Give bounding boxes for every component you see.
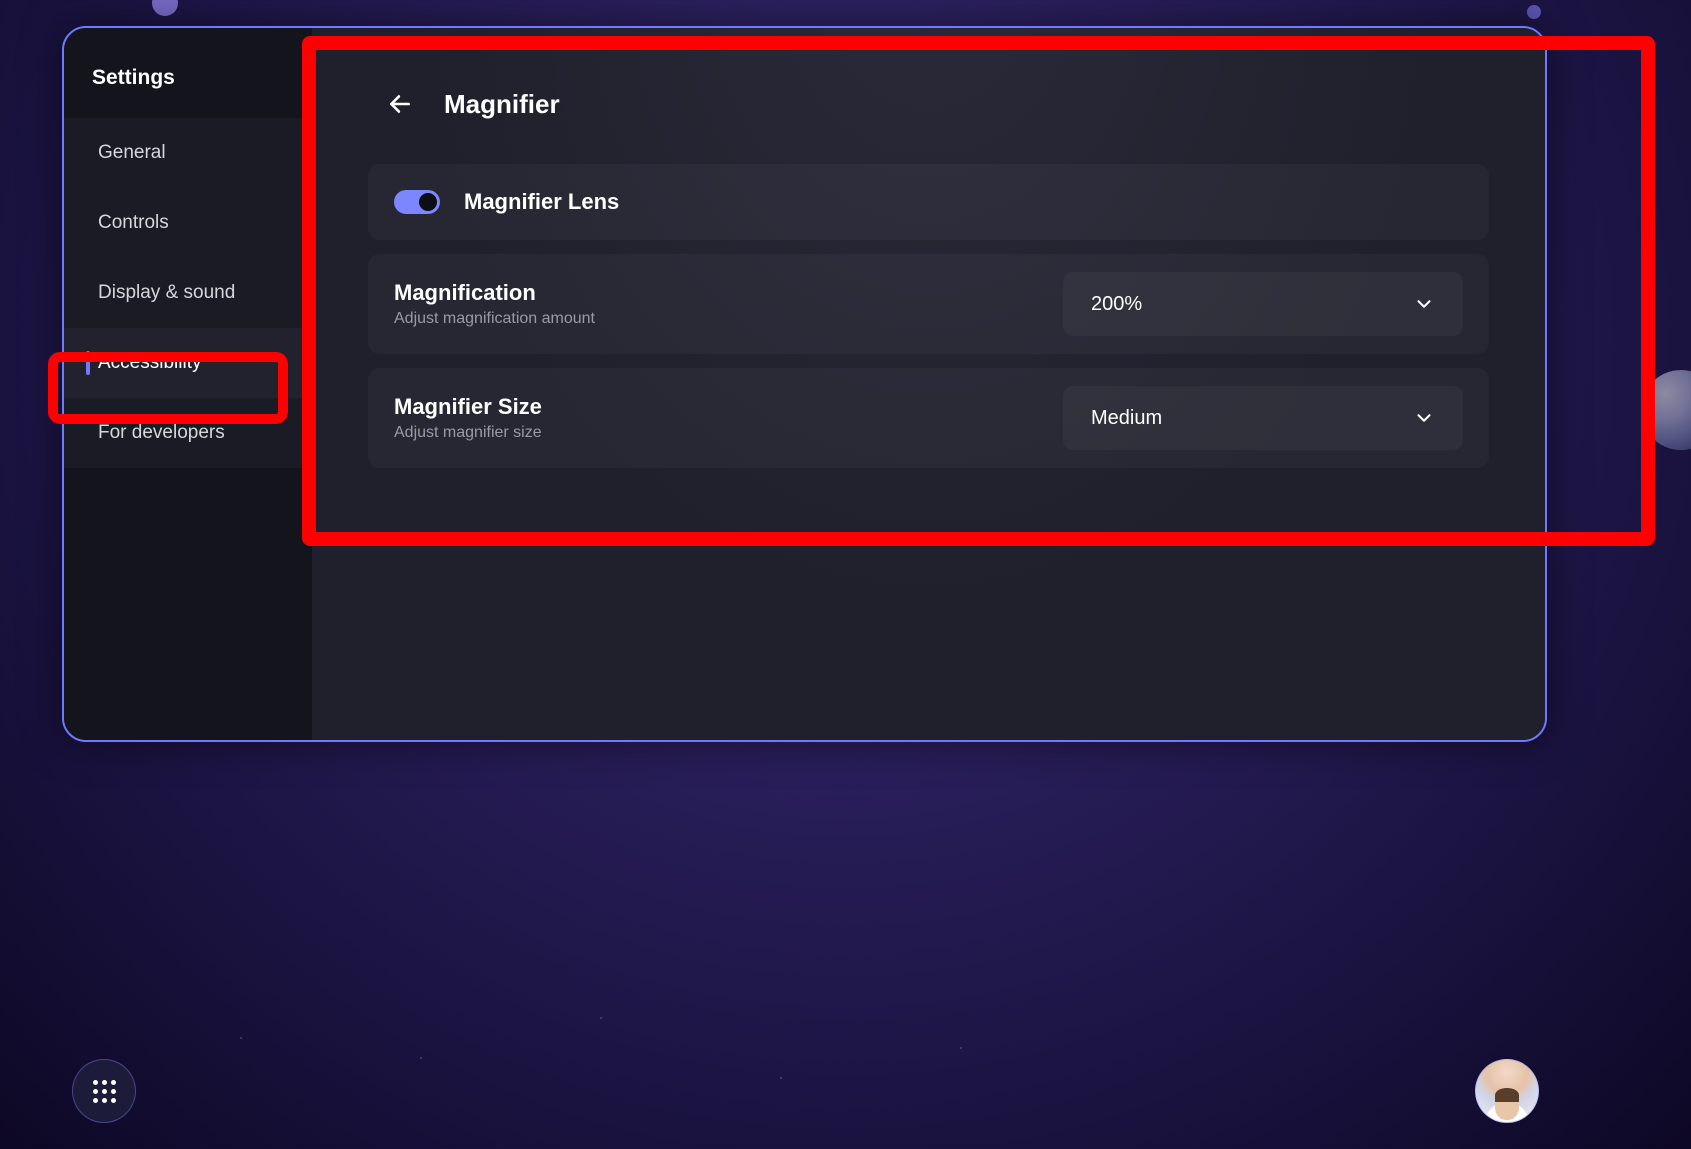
- decoration-dot: [1527, 5, 1541, 19]
- sidebar-item-controls[interactable]: Controls: [64, 188, 312, 258]
- arrow-left-icon: [387, 91, 413, 117]
- sidebar-item-label: Display & sound: [98, 282, 235, 303]
- chevron-down-icon: [1413, 293, 1435, 315]
- sidebar-item-display-sound[interactable]: Display & sound: [64, 258, 312, 328]
- chevron-down-icon: [1413, 407, 1435, 429]
- user-avatar[interactable]: [1475, 1059, 1539, 1123]
- background-planet: [1641, 370, 1691, 450]
- magnifier-size-row: Magnifier Size Adjust magnifier size Med…: [368, 368, 1489, 468]
- main-panel: Magnifier Magnifier Lens Magnification A…: [312, 28, 1545, 740]
- grid-icon: [93, 1080, 116, 1103]
- magnification-subtitle: Adjust magnification amount: [394, 310, 1043, 328]
- magnifier-lens-label: Magnifier Lens: [464, 189, 619, 215]
- magnification-row: Magnification Adjust magnification amoun…: [368, 254, 1489, 354]
- magnification-title: Magnification: [394, 280, 1043, 306]
- magnification-text: Magnification Adjust magnification amoun…: [394, 280, 1043, 328]
- magnifier-size-value: Medium: [1091, 407, 1162, 430]
- magnification-value: 200%: [1091, 293, 1142, 316]
- magnifier-size-dropdown[interactable]: Medium: [1063, 386, 1463, 450]
- sidebar: Settings General Controls Display & soun…: [64, 28, 312, 740]
- sidebar-item-general[interactable]: General: [64, 118, 312, 188]
- magnifier-size-text: Magnifier Size Adjust magnifier size: [394, 394, 1043, 442]
- main-header: Magnifier: [382, 86, 1489, 122]
- sidebar-item-accessibility[interactable]: Accessibility: [64, 328, 312, 398]
- magnification-dropdown[interactable]: 200%: [1063, 272, 1463, 336]
- decoration-dot: [152, 0, 178, 16]
- sidebar-title: Settings: [64, 52, 312, 118]
- back-button[interactable]: [382, 86, 418, 122]
- settings-window: Settings General Controls Display & soun…: [62, 26, 1547, 742]
- page-title: Magnifier: [444, 89, 560, 120]
- sidebar-item-for-developers[interactable]: For developers: [64, 398, 312, 468]
- magnifier-size-subtitle: Adjust magnifier size: [394, 424, 1043, 442]
- app-menu-button[interactable]: [72, 1059, 136, 1123]
- magnifier-size-title: Magnifier Size: [394, 394, 1043, 420]
- sidebar-item-label: Controls: [98, 212, 169, 233]
- sidebar-item-label: General: [98, 142, 166, 163]
- sidebar-item-label: Accessibility: [98, 352, 201, 373]
- magnifier-lens-row: Magnifier Lens: [368, 164, 1489, 240]
- sidebar-item-label: For developers: [98, 422, 225, 443]
- magnifier-lens-toggle[interactable]: [394, 190, 440, 214]
